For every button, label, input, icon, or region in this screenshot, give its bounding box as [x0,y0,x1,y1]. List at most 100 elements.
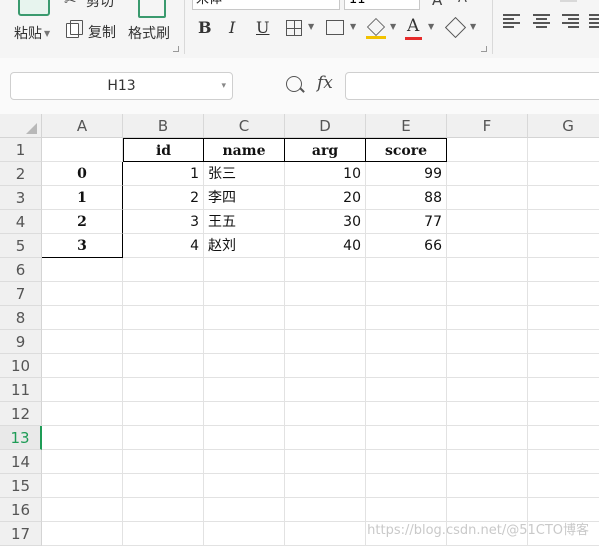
cell-f11[interactable] [447,378,528,402]
cell-b1[interactable]: id [123,138,204,162]
cell-e14[interactable] [366,450,447,474]
cell-a1[interactable] [42,138,123,162]
cell-d9[interactable] [285,330,366,354]
cell-d14[interactable] [285,450,366,474]
borders-icon[interactable] [286,20,302,36]
cell-a12[interactable] [42,402,123,426]
cell-e13[interactable] [366,426,447,450]
column-header-e[interactable]: E [366,114,447,138]
row-header-14[interactable]: 14 [0,450,42,474]
cell-f9[interactable] [447,330,528,354]
cell-c4[interactable]: 王五 [204,210,285,234]
cell-g12[interactable] [528,402,599,426]
cell-b9[interactable] [123,330,204,354]
cell-e6[interactable] [366,258,447,282]
cell-e1[interactable]: score [366,138,447,162]
cell-d17[interactable] [285,522,366,546]
cell-c16[interactable] [204,498,285,522]
cell-e2[interactable]: 99 [366,162,447,186]
cell-f1[interactable] [447,138,528,162]
formula-input[interactable] [345,72,599,100]
cell-g2[interactable] [528,162,599,186]
cell-e7[interactable] [366,282,447,306]
cell-e10[interactable] [366,354,447,378]
align-right-icon[interactable] [562,14,579,29]
cell-a13[interactable] [42,426,123,450]
cell-e12[interactable] [366,402,447,426]
cell-b15[interactable] [123,474,204,498]
row-header-13[interactable]: 13 [0,426,42,450]
row-header-2[interactable]: 2 [0,162,42,186]
cell-f8[interactable] [447,306,528,330]
format-painter-icon[interactable] [138,0,166,18]
cell-g10[interactable] [528,354,599,378]
cell-f13[interactable] [447,426,528,450]
cell-b6[interactable] [123,258,204,282]
paste-icon[interactable] [18,0,50,16]
cell-g11[interactable] [528,378,599,402]
cell-d2[interactable]: 10 [285,162,366,186]
paste-button[interactable]: 粘贴 ▼ [14,23,50,43]
cell-b13[interactable] [123,426,204,450]
cut-button[interactable]: 剪切 [86,0,114,11]
cell-b3[interactable]: 2 [123,186,204,210]
row-header-3[interactable]: 3 [0,186,42,210]
cell-g5[interactable] [528,234,599,258]
cell-g3[interactable] [528,186,599,210]
cell-g8[interactable] [528,306,599,330]
cell-g14[interactable] [528,450,599,474]
align-middle-icon[interactable] [560,0,577,2]
cell-g15[interactable] [528,474,599,498]
font-dialog-launcher-icon[interactable] [481,46,487,52]
row-header-8[interactable]: 8 [0,306,42,330]
column-header-c[interactable]: C [204,114,285,138]
row-header-1[interactable]: 1 [0,138,42,162]
chevron-down-icon[interactable]: ▼ [350,22,356,31]
bold-button[interactable]: B [198,18,212,37]
align-left-icon[interactable] [503,14,520,29]
cell-b14[interactable] [123,450,204,474]
cell-a6[interactable] [42,258,123,282]
align-center-icon[interactable] [533,14,550,29]
cell-c2[interactable]: 张三 [204,162,285,186]
format-painter-button[interactable]: 格式刷 [128,23,170,43]
name-box[interactable]: H13 ▾ [10,72,233,100]
increase-font-size-icon[interactable]: A⁺ [432,0,450,9]
cell-c15[interactable] [204,474,285,498]
cell-c3[interactable]: 李四 [204,186,285,210]
cell-a10[interactable] [42,354,123,378]
column-header-g[interactable]: G [528,114,599,138]
copy-icon[interactable] [66,20,83,38]
column-header-a[interactable]: A [42,114,123,138]
cell-c9[interactable] [204,330,285,354]
cell-c5[interactable]: 赵刘 [204,234,285,258]
cell-d13[interactable] [285,426,366,450]
cell-f12[interactable] [447,402,528,426]
cell-f10[interactable] [447,354,528,378]
scissors-icon[interactable]: ✂ [64,0,77,9]
column-header-d[interactable]: D [285,114,366,138]
cell-c8[interactable] [204,306,285,330]
cell-e15[interactable] [366,474,447,498]
cell-d8[interactable] [285,306,366,330]
cell-d1[interactable]: arg [285,138,366,162]
cell-b12[interactable] [123,402,204,426]
cell-d16[interactable] [285,498,366,522]
cell-g4[interactable] [528,210,599,234]
row-header-9[interactable]: 9 [0,330,42,354]
decrease-font-size-icon[interactable]: A⁻ [458,0,474,6]
font-name-select[interactable]: 宋体 [192,0,340,10]
chevron-down-icon[interactable]: ▼ [470,22,476,31]
row-header-4[interactable]: 4 [0,210,42,234]
cell-g7[interactable] [528,282,599,306]
chevron-down-icon[interactable]: ▼ [390,22,396,31]
cell-a9[interactable] [42,330,123,354]
row-header-5[interactable]: 5 [0,234,42,258]
row-header-17[interactable]: 17 [0,522,42,546]
fill-color-icon[interactable] [366,17,386,37]
cell-d5[interactable]: 40 [285,234,366,258]
cell-b10[interactable] [123,354,204,378]
cell-a17[interactable] [42,522,123,546]
cell-a14[interactable] [42,450,123,474]
cell-c7[interactable] [204,282,285,306]
